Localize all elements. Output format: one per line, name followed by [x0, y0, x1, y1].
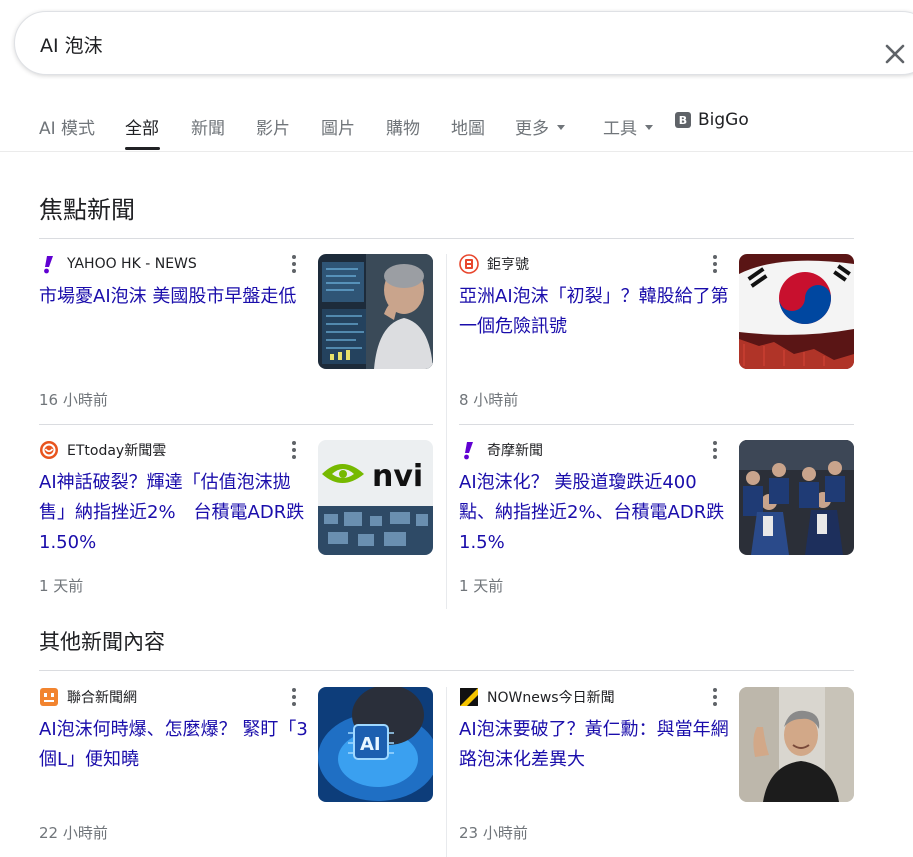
chevron-down-icon — [645, 124, 653, 130]
tab-all[interactable]: 全部 — [125, 114, 159, 139]
divider — [39, 238, 854, 239]
more-options-icon[interactable] — [287, 440, 301, 460]
news-thumbnail[interactable]: nvi — [318, 440, 433, 555]
jensen-huang-image — [739, 687, 854, 802]
yahoo-icon — [44, 256, 53, 274]
news-timestamp: 8 小時前 — [459, 391, 519, 409]
more-options-icon[interactable] — [708, 254, 722, 274]
news-source-name: ETtoday新聞雲 — [67, 443, 167, 459]
news-timestamp: 1 天前 — [459, 577, 504, 595]
news-headline-link[interactable]: 亞洲AI泡沫「初裂」？韓股給了第一個危險訊號 — [459, 282, 729, 342]
news-source-name: 聯合新聞網 — [67, 690, 137, 706]
news-source-name: YAHOO HK - NEWS — [67, 256, 197, 272]
cnyes-icon — [459, 254, 479, 274]
more-options-icon[interactable] — [708, 687, 722, 707]
column-divider — [446, 254, 447, 609]
tab-videos[interactable]: 影片 — [256, 114, 290, 139]
news-source: 聯合新聞網 — [39, 687, 137, 707]
tab-more[interactable]: 更多 — [515, 114, 565, 139]
section-title-top-stories: 焦點新聞 — [39, 196, 135, 224]
news-thumbnail[interactable]: AI — [318, 687, 433, 802]
news-timestamp: 1 天前 — [39, 577, 84, 595]
tab-news[interactable]: 新聞 — [191, 114, 225, 139]
more-options-icon[interactable] — [287, 254, 301, 274]
stock-exchange-floor-image — [739, 440, 854, 555]
column-divider — [446, 687, 447, 857]
nownews-icon — [460, 688, 478, 706]
korea-flag-image — [739, 254, 854, 369]
news-headline-link[interactable]: AI神話破裂？輝達「估值泡沫拋售」納指挫近2% 台積電ADR跌1.50% — [39, 468, 309, 558]
news-headline-link[interactable]: AI泡沫何時爆、怎麼爆？ 緊盯「3個L」便知曉 — [39, 715, 309, 775]
search-input[interactable]: AI 泡沫 — [40, 31, 103, 58]
nvidia-logo-image: nvi — [318, 440, 433, 555]
news-card[interactable]: ETtoday新聞雲 AI神話破裂？輝達「估值泡沫拋售」納指挫近2% 台積電AD… — [39, 440, 434, 610]
search-box[interactable]: AI 泡沫 — [14, 11, 913, 75]
news-timestamp: 23 小時前 — [459, 824, 528, 842]
biggo-icon: B — [675, 112, 691, 128]
news-source: 奇摩新聞 — [459, 440, 543, 460]
ai-chip-image: AI — [318, 687, 433, 802]
biggo-extension-button[interactable]: B BigGo — [675, 110, 749, 130]
news-source-name: 奇摩新聞 — [487, 443, 543, 459]
news-source-name: NOWnews今日新聞 — [487, 690, 615, 706]
news-headline-link[interactable]: AI泡沫化？ 美股道瓊跌近400點、納指挫近2%、台積電ADR跌1.5% — [459, 468, 729, 558]
udn-icon — [40, 688, 58, 706]
section-title-more-news: 其他新聞內容 — [39, 630, 165, 654]
biggo-label: BigGo — [698, 110, 749, 130]
more-options-icon[interactable] — [287, 687, 301, 707]
tab-maps[interactable]: 地圖 — [451, 114, 485, 139]
search-tabs: AI 模式 全部 新聞 影片 圖片 購物 地圖 更多 工具 B BigGo — [0, 100, 913, 152]
tab-tools-label: 工具 — [603, 119, 637, 139]
news-source: YAHOO HK - NEWS — [39, 254, 197, 274]
news-card[interactable]: 鉅亨號 亞洲AI泡沫「初裂」？韓股給了第一個危險訊號 8 小時前 — [459, 254, 854, 424]
news-source-name: 鉅亨號 — [487, 257, 529, 273]
divider — [39, 670, 854, 671]
news-timestamp: 22 小時前 — [39, 824, 108, 842]
news-source: 鉅亨號 — [459, 254, 529, 274]
news-headline-link[interactable]: 市場憂AI泡沫 美國股市早盤走低 — [39, 282, 309, 312]
news-source: ETtoday新聞雲 — [39, 440, 166, 460]
news-card[interactable]: 聯合新聞網 AI泡沫何時爆、怎麼爆？ 緊盯「3個L」便知曉 AI 22 小時前 — [39, 687, 434, 857]
news-card[interactable]: 奇摩新聞 AI泡沫化？ 美股道瓊跌近400點、納指挫近2%、台積電ADR跌1.5… — [459, 440, 854, 610]
chevron-down-icon — [557, 124, 565, 130]
news-thumbnail[interactable] — [739, 687, 854, 802]
divider — [459, 424, 854, 425]
news-source: NOWnews今日新聞 — [459, 687, 615, 707]
nvidia-logo-text: nvi — [372, 459, 423, 494]
stock-trader-image — [318, 254, 433, 369]
news-thumbnail[interactable] — [739, 254, 854, 369]
divider — [39, 424, 433, 425]
yahoo-icon — [464, 442, 473, 460]
news-card[interactable]: NOWnews今日新聞 AI泡沫要破了？黃仁勳：與當年網路泡沫化差異大 23 小… — [459, 687, 854, 857]
ai-chip-text: AI — [360, 734, 381, 755]
more-options-icon[interactable] — [708, 440, 722, 460]
tab-shopping[interactable]: 購物 — [386, 114, 420, 139]
news-card[interactable]: YAHOO HK - NEWS 市場憂AI泡沫 美國股市早盤走低 16 小時前 — [39, 254, 434, 424]
active-tab-indicator — [125, 147, 160, 150]
tab-more-label: 更多 — [515, 119, 549, 139]
ettoday-icon — [40, 441, 58, 459]
news-headline-link[interactable]: AI泡沫要破了？黃仁勳：與當年網路泡沫化差異大 — [459, 715, 729, 775]
news-timestamp: 16 小時前 — [39, 391, 108, 409]
tab-ai-mode[interactable]: AI 模式 — [39, 114, 95, 139]
close-icon[interactable] — [883, 42, 907, 66]
tab-tools[interactable]: 工具 — [603, 114, 653, 139]
tab-images[interactable]: 圖片 — [321, 114, 355, 139]
news-thumbnail[interactable] — [739, 440, 854, 555]
news-thumbnail[interactable] — [318, 254, 433, 369]
